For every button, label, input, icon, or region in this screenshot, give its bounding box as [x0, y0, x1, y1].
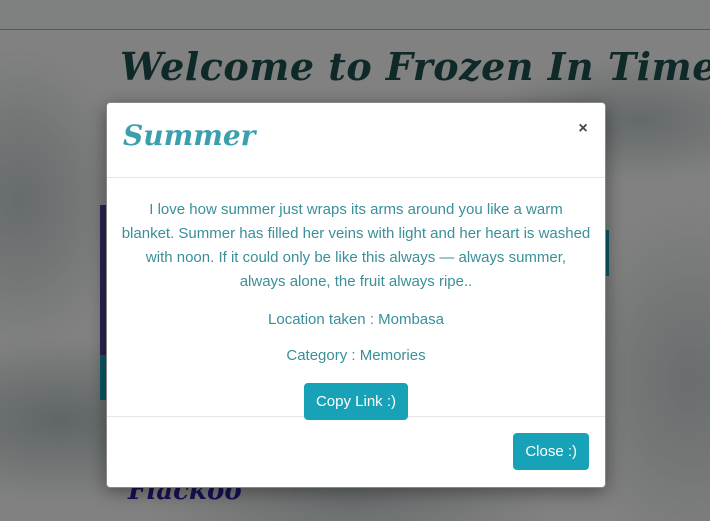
modal-footer: Close :): [107, 417, 605, 487]
modal-header: Summer ×: [107, 103, 605, 178]
category-line: Category : Memories: [107, 346, 605, 366]
memory-modal: Summer × I love how summer just wraps it…: [106, 102, 606, 488]
close-button[interactable]: Close :): [513, 433, 589, 470]
location-label: Location taken :: [268, 311, 379, 328]
location-line: Location taken : Mombasa: [107, 310, 605, 330]
close-icon[interactable]: ×: [575, 120, 591, 140]
modal-title: Summer: [123, 119, 256, 152]
category-label: Category :: [286, 347, 360, 364]
copy-link-button[interactable]: Copy Link :): [303, 383, 409, 420]
category-value: Memories: [359, 347, 426, 364]
location-value: Mombasa: [378, 311, 444, 328]
memory-description: I love how summer just wraps its arms ar…: [121, 201, 591, 290]
modal-body: I love how summer just wraps its arms ar…: [107, 178, 605, 420]
